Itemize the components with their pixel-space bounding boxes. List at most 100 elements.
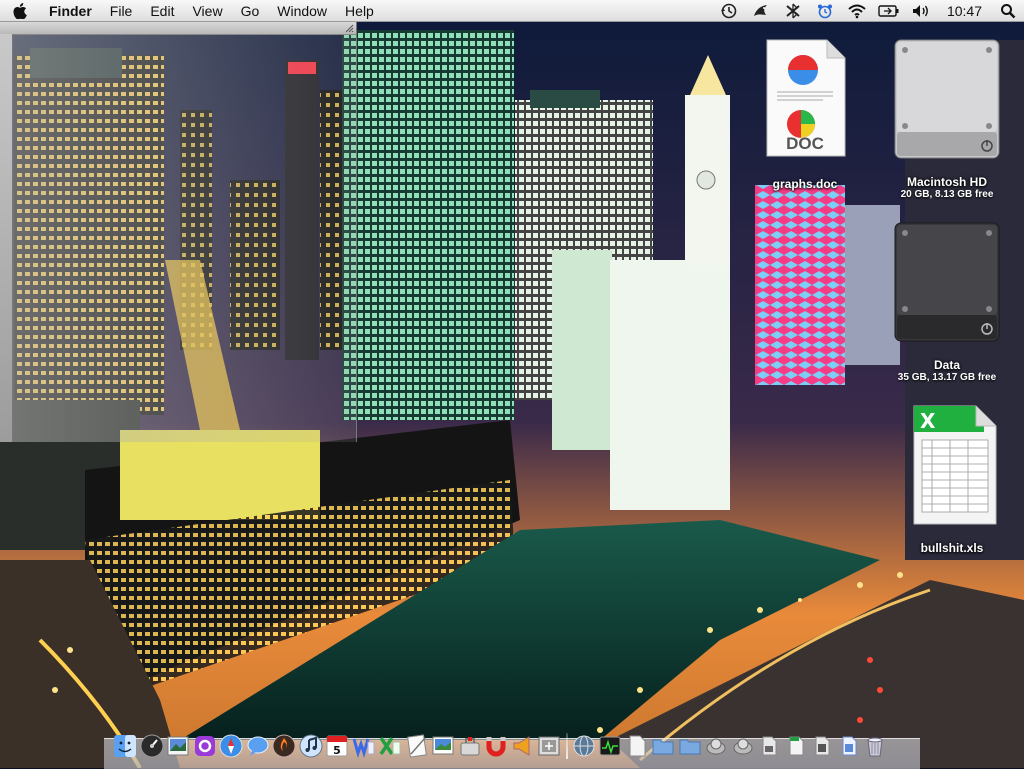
fire-stamp-icon — [272, 734, 296, 758]
disk-stack-icon — [733, 738, 753, 755]
trash-icon — [867, 737, 883, 757]
svg-text:X: X — [920, 409, 936, 433]
bluetooth-icon[interactable] — [777, 0, 809, 22]
window-sidebar-strip — [0, 34, 13, 442]
dock-network-utility[interactable] — [571, 732, 598, 760]
dock-separator — [565, 733, 568, 759]
wifi-icon[interactable] — [841, 0, 873, 22]
dock-ical[interactable]: 5 — [324, 732, 351, 760]
purple-app-icon — [194, 736, 215, 756]
dock-ichat[interactable] — [245, 732, 272, 760]
dock-mail-stamp[interactable] — [271, 732, 298, 760]
dock-megaphone[interactable] — [510, 732, 537, 760]
dock-file-green[interactable] — [783, 732, 810, 760]
dock-trash[interactable] — [862, 732, 889, 760]
blue-file-icon — [842, 736, 857, 756]
textedit-icon — [406, 734, 427, 758]
iphoto-icon — [432, 736, 454, 755]
hard-drive-icon — [894, 39, 1000, 159]
menu-file[interactable]: File — [101, 0, 142, 22]
doc-badge: DOC — [786, 134, 824, 153]
window-titlebar[interactable] — [0, 22, 356, 35]
file-icon — [815, 736, 830, 756]
desktop-icon-label: bullshit.xls — [920, 541, 984, 555]
dock-folder-1[interactable] — [650, 732, 677, 760]
svg-text:5: 5 — [333, 744, 341, 757]
dashboard-icon — [140, 734, 164, 758]
dock-activity-monitor[interactable] — [597, 732, 624, 760]
menu-app-finder[interactable]: Finder — [40, 0, 101, 22]
safari-icon — [219, 734, 243, 758]
dock-ichat-alt[interactable] — [192, 732, 219, 760]
dock-stack-2[interactable] — [730, 732, 757, 760]
menu-clock[interactable]: 10:47 — [937, 3, 992, 19]
dock-stack-1[interactable] — [703, 732, 730, 760]
dock-document[interactable] — [624, 732, 651, 760]
apple-menu[interactable] — [0, 2, 40, 19]
alarm-icon[interactable] — [809, 0, 841, 22]
growl-icon[interactable] — [745, 0, 777, 22]
background-window[interactable] — [0, 22, 357, 442]
desktop-icon-macintosh-hd[interactable]: Macintosh HD 20 GB, 8.13 GB free — [880, 38, 1014, 200]
desktop-icon-detail: 20 GB, 8.13 GB free — [900, 189, 994, 200]
menu-go[interactable]: Go — [232, 0, 269, 22]
word-icon — [352, 738, 375, 758]
document-icon — [629, 735, 646, 757]
battery-icon[interactable] — [873, 0, 905, 22]
ichat-icon — [247, 736, 269, 756]
spotlight-search-icon[interactable] — [992, 0, 1024, 22]
globe-icon — [573, 735, 595, 757]
disk-stack-icon — [706, 738, 726, 755]
menu-edit[interactable]: Edit — [141, 0, 183, 22]
excel-spreadsheet-icon: X — [913, 405, 997, 525]
menu-window[interactable]: Window — [268, 0, 336, 22]
toolbox-icon — [460, 737, 480, 756]
status-menus: 10:47 — [713, 0, 1024, 22]
desktop-icon-data[interactable]: Data 35 GB, 13.17 GB free — [880, 221, 1014, 383]
dock-finder[interactable] — [112, 732, 139, 760]
grab-icon — [538, 736, 560, 756]
dock-preview[interactable] — [165, 732, 192, 760]
dock: 5 — [112, 730, 920, 762]
hard-drive-icon — [894, 222, 1000, 342]
dock-dashboard[interactable] — [139, 732, 166, 760]
dock-excel[interactable] — [377, 732, 404, 760]
volume-icon[interactable] — [905, 0, 937, 22]
menu-view[interactable]: View — [183, 0, 231, 22]
spreadsheet-file-icon — [789, 736, 804, 756]
dock-file-blue[interactable] — [836, 732, 863, 760]
menu-bar: Finder File Edit View Go Window Help 10:… — [0, 0, 1024, 22]
desktop-icon-bullshit-xls[interactable]: X bullshit.xls — [890, 402, 1014, 555]
dock-folder-2[interactable] — [677, 732, 704, 760]
megaphone-icon — [513, 736, 530, 756]
time-machine-icon[interactable] — [713, 0, 745, 22]
dock-itunes[interactable] — [298, 732, 325, 760]
desktop-icon-label: graphs.doc — [772, 177, 838, 191]
folder-icon — [652, 739, 674, 755]
file-icon — [762, 736, 777, 756]
dock-screenshot[interactable] — [536, 732, 563, 760]
desktop-icon-graphs-doc[interactable]: DOC graphs.doc — [752, 38, 858, 191]
excel-icon — [379, 737, 401, 755]
dock-file-1[interactable] — [756, 732, 783, 760]
finder-icon — [114, 735, 137, 757]
resize-grip-icon[interactable] — [344, 23, 354, 33]
activity-monitor-icon — [599, 736, 621, 756]
desktop-icon-detail: 35 GB, 13.17 GB free — [897, 372, 997, 383]
desktop-icon-label: Macintosh HD — [906, 175, 987, 189]
calendar-icon: 5 — [326, 735, 348, 757]
dock-toolbox[interactable] — [457, 732, 484, 760]
preview-icon — [167, 736, 189, 756]
menu-help[interactable]: Help — [336, 0, 383, 22]
magnet-icon — [486, 737, 506, 757]
dock-iphoto[interactable] — [430, 732, 457, 760]
dock-textedit[interactable] — [404, 732, 431, 760]
folder-icon — [679, 739, 701, 755]
apple-icon — [13, 2, 27, 19]
dock-safari[interactable] — [218, 732, 245, 760]
dock-word[interactable] — [351, 732, 378, 760]
itunes-icon — [299, 734, 323, 758]
dock-file-2[interactable] — [809, 732, 836, 760]
desktop-icon-label: Data — [933, 358, 960, 372]
dock-magnet[interactable] — [483, 732, 510, 760]
